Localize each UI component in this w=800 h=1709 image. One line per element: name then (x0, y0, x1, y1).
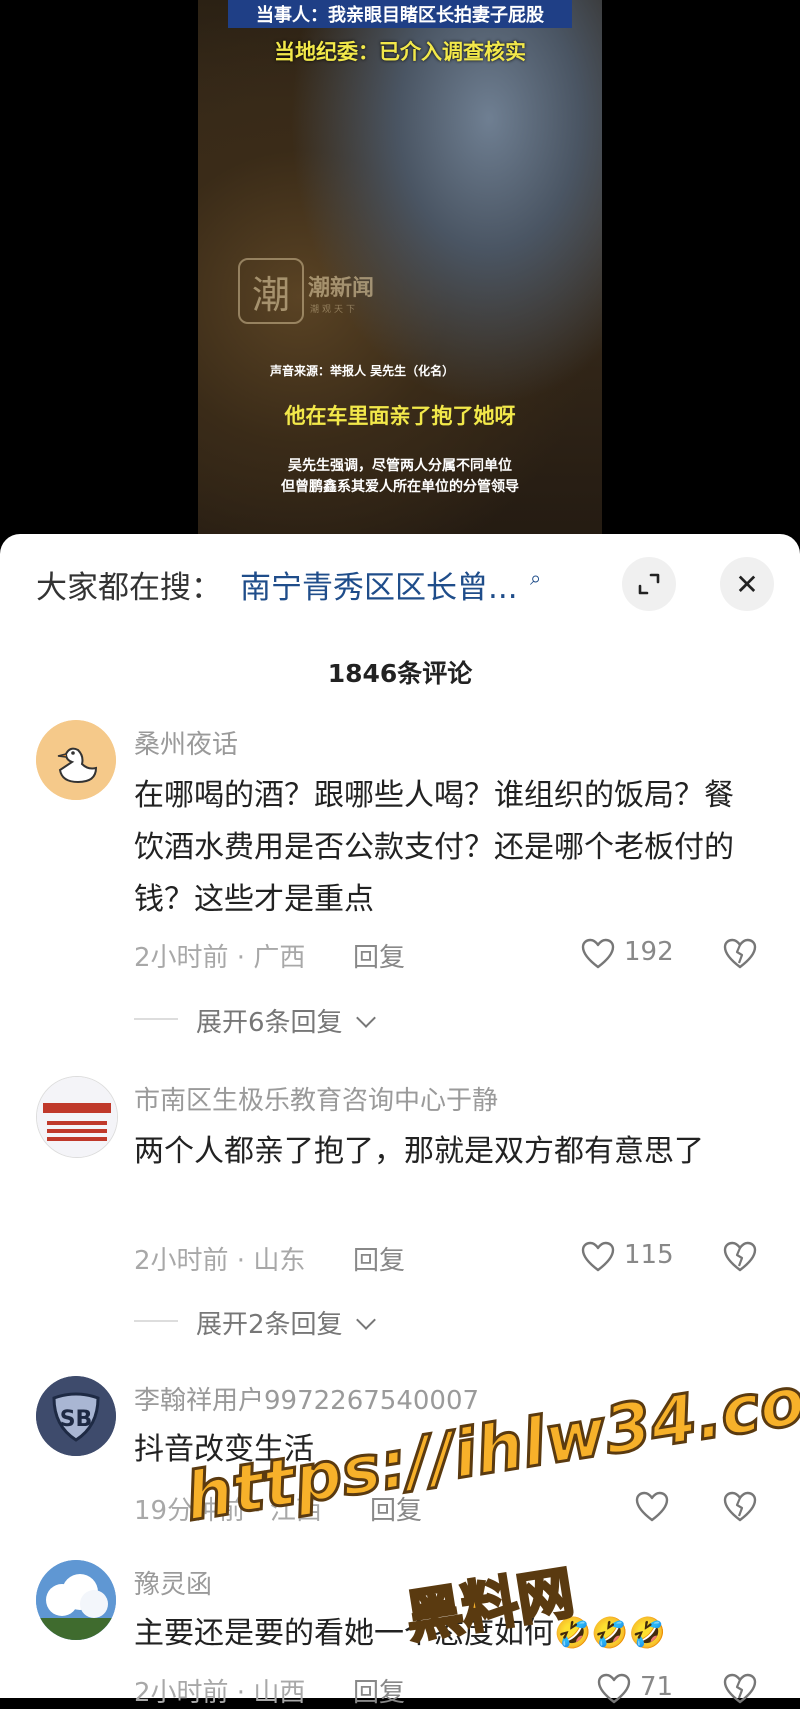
video-top-title: 当事人：我亲眼目睹区长拍妻子屁股 (228, 0, 572, 28)
comment-username[interactable]: 桑州夜话 (134, 724, 238, 761)
news-logo-name: 潮新闻 (308, 276, 375, 301)
reply-button[interactable]: 回复 (353, 1672, 405, 1709)
expand-replies-button[interactable]: 展开2条回复 (196, 1304, 376, 1341)
svg-text:SB: SB (60, 1407, 93, 1432)
expand-replies-label: 展开2条回复 (196, 1310, 343, 1340)
expand-button[interactable] (622, 557, 676, 611)
heart-icon[interactable] (634, 1489, 670, 1525)
news-logo-icon: 潮 (238, 258, 304, 324)
broken-heart-icon[interactable] (722, 1239, 758, 1275)
expand-replies-label: 展开6条回复 (196, 1008, 343, 1038)
education-center-avatar-icon (37, 1077, 117, 1157)
like-count: 192 (624, 937, 674, 967)
comment-username[interactable]: 市南区生极乐教育咨询中心于静 (134, 1080, 498, 1117)
avatar[interactable] (36, 720, 116, 800)
heart-icon[interactable] (596, 1671, 632, 1707)
comment-count: 1846条评论 (327, 659, 473, 688)
news-logo-slogan: 潮观天下 (310, 305, 359, 315)
video-sub-title: 当地纪委：已介入调查核实 (274, 40, 526, 64)
comment-meta: 2小时前 · 山西 (134, 1678, 306, 1708)
reply-button[interactable]: 回复 (353, 937, 405, 974)
broken-heart-icon[interactable] (722, 1671, 758, 1707)
expand-icon (638, 573, 660, 595)
note-line-2: 但曾鹏鑫系其爱人所在单位的分管领导 (281, 479, 519, 495)
broken-heart-icon[interactable] (722, 936, 758, 972)
avatar[interactable] (36, 1560, 116, 1640)
cloud-sky-avatar-icon (36, 1560, 116, 1640)
comment-username[interactable]: 李翰祥用户9972267540007 (134, 1380, 479, 1417)
chevron-down-icon (355, 1008, 376, 1028)
video-note-caption: 吴先生强调，尽管两人分属不同单位 但曾鹏鑫系其爱人所在单位的分管领导 (198, 456, 602, 498)
comment-meta: 2小时前 · 山东 (134, 1246, 306, 1276)
chevron-down-icon (355, 1310, 376, 1330)
comment-meta: 2小时前 · 广西 (134, 943, 306, 973)
comment-username[interactable]: 豫灵函 (134, 1564, 212, 1601)
like-count: 115 (624, 1240, 674, 1270)
audio-source-caption: 声音来源：举报人 吴先生（化名） (270, 364, 455, 378)
duck-avatar-icon (36, 720, 116, 800)
sb-shield-avatar-icon: SB (36, 1376, 116, 1456)
heart-icon[interactable] (580, 936, 616, 972)
divider (134, 1320, 178, 1322)
trending-search-link[interactable]: 南宁青秀区区长曾... (240, 562, 518, 607)
close-icon: ✕ (735, 567, 759, 601)
expand-replies-button[interactable]: 展开6条回复 (196, 1002, 376, 1039)
heart-icon[interactable] (580, 1239, 616, 1275)
avatar[interactable]: SB (36, 1376, 116, 1456)
comment-text: 在哪喝的酒？跟哪些人喝？谁组织的饭局？餐饮酒水费用是否公款支付？还是哪个老板付的… (134, 778, 734, 917)
reply-button[interactable]: 回复 (353, 1240, 405, 1277)
video-quote-caption: 他在车里面亲了抱了她呀 (284, 404, 516, 428)
avatar[interactable] (36, 1076, 118, 1158)
broken-heart-icon[interactable] (722, 1489, 758, 1525)
close-button[interactable]: ✕ (720, 557, 774, 611)
comment-text: 两个人都亲了抱了，那就是双方都有意思了 (134, 1134, 704, 1169)
divider (134, 1018, 178, 1020)
search-icon[interactable]: ⌕ (530, 566, 541, 590)
video-player[interactable]: 当事人：我亲眼目睹区长拍妻子屁股 当地纪委：已介入调查核实 潮 潮新闻 潮观天下… (0, 0, 800, 560)
trending-search-label: 大家都在搜： (36, 570, 222, 606)
note-line-1: 吴先生强调，尽管两人分属不同单位 (288, 458, 512, 474)
